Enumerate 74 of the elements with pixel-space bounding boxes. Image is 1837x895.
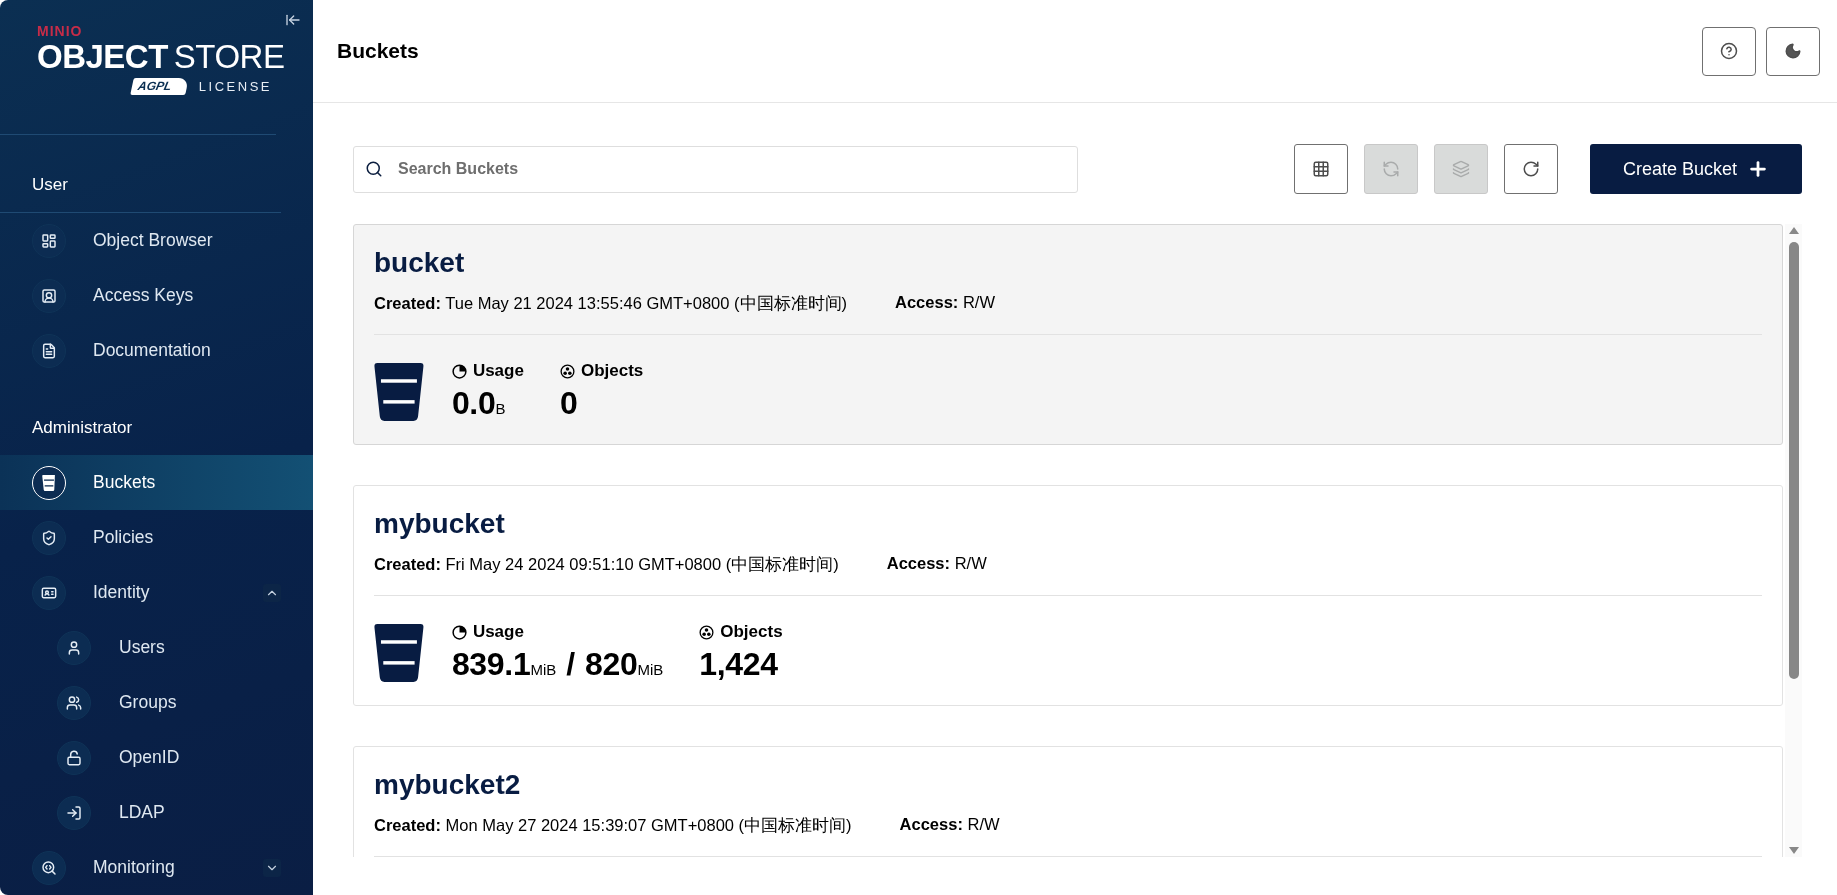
page-title: Buckets [337,39,419,63]
chevron-icon [263,583,281,602]
sidebar-item[interactable]: Access Keys [0,268,313,323]
help-icon [1720,42,1738,60]
objects-label: Objects [559,361,644,381]
collapse-sidebar-button[interactable] [285,12,301,28]
lock-icon [66,749,82,766]
search-icon [365,159,383,178]
created-date: Created: Tue May 21 2024 13:55:46 GMT+0800 (中国标准时间) [374,293,847,314]
sidebar-item[interactable]: LDAP [0,785,313,840]
bucket-name[interactable]: mybucket [374,508,1762,540]
scrollbar[interactable] [1785,224,1802,857]
objects-count: 0 [559,385,579,422]
help-button[interactable] [1702,26,1756,76]
bucket-name[interactable]: mybucket2 [374,769,1762,801]
license-label: LICENSE [198,79,272,94]
bucket-icon [41,474,57,491]
scroll-up-icon[interactable] [1788,227,1799,234]
objects-icon [559,363,575,379]
created-date: Created: Fri May 24 2024 09:51:10 GMT+0800 (中国标准时间) [374,554,839,575]
grid-view-button[interactable] [1294,144,1348,194]
bucket-card[interactable]: bucket Created: Tue May 21 2024 13:55:46 GMT+0800 (中国标准时间) Access: R/W Usage 0.0B Objects 0 [353,224,1783,445]
bucket-card[interactable]: mybucket2 Created: Mon May 27 2024 15:39:07 GMT+0800 (中国标准时间) Access: R/W [353,746,1783,857]
sidebar-item[interactable]: Buckets [0,455,313,510]
usage-label: Usage [451,622,664,642]
brand-logo: MINIO [37,24,83,38]
sidebar-item[interactable]: Users [0,620,313,675]
search-icon [41,859,57,876]
created-date: Created: Mon May 27 2024 15:39:07 GMT+0800 (中国标准时间) [374,815,852,836]
access-mode: Access: R/W [899,815,1000,835]
objects-count: 1,424 [699,646,779,683]
sidebar-item[interactable]: Object Browser [0,213,313,268]
scroll-down-icon[interactable] [1788,847,1799,854]
sidebar-item[interactable]: OpenID [0,730,313,785]
users-icon [66,694,82,711]
pie-chart-icon [451,363,467,379]
sidebar-item[interactable]: Documentation [0,323,313,378]
chevron-icon [263,858,281,877]
access-mode: Access: R/W [886,554,987,574]
product-name: OBJECT STORE [37,38,285,76]
license-badge: AGPL [129,78,189,95]
grid-icon [1312,160,1330,178]
sync-icon [1382,160,1400,178]
dashboard-icon [41,232,57,249]
scrollbar-thumb[interactable] [1788,242,1799,679]
sidebar-item[interactable]: Policies [0,510,313,565]
search-field[interactable]: Search Buckets [353,145,1078,193]
login-icon [66,804,82,821]
section-title: User [0,175,281,213]
usage-value: 0.0B [451,385,507,422]
moon-icon [1784,42,1802,60]
id-card-icon [41,287,57,304]
objects-label: Objects [699,622,783,642]
layers-icon [1452,160,1470,178]
sidebar-item[interactable]: Groups [0,675,313,730]
pie-chart-icon [451,624,467,640]
bucket-icon [374,362,424,421]
refresh-button[interactable] [1504,144,1558,194]
section-title: Administrator [31,418,134,439]
bucket-name[interactable]: bucket [374,247,1762,279]
objects-icon [699,624,715,640]
usage-value: 839.1MiB / 820MiB [451,646,664,683]
shield-icon [41,529,57,546]
create-bucket-button[interactable]: Create Bucket [1590,144,1802,194]
access-mode: Access: R/W [895,293,995,313]
sidebar-item[interactable]: Identity [0,565,313,620]
usage-label: Usage [451,361,524,381]
refresh-icon [1522,160,1540,178]
user-icon [66,639,82,656]
bucket-card[interactable]: mybucket Created: Fri May 24 2024 09:51:10 GMT+0800 (中国标准时间) Access: R/W Usage 839.1MiB / 820MiB Objects 1,424 [353,485,1783,706]
bucket-icon [374,623,424,682]
dark-mode-button[interactable] [1766,26,1820,76]
document-icon [41,342,57,359]
sidebar-item[interactable]: Monitoring [0,840,313,895]
